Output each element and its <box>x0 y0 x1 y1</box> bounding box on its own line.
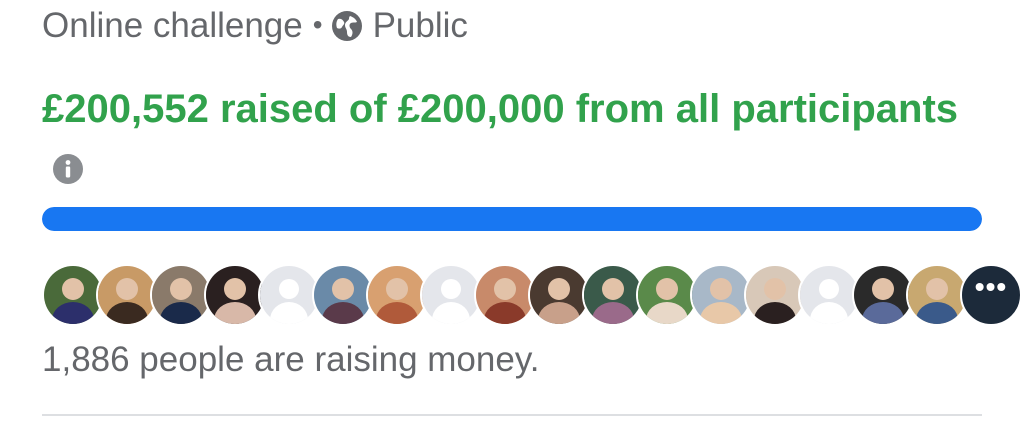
amount-raised-text: £200,552 raised of £200,000 from all par… <box>42 87 959 131</box>
avatar[interactable] <box>150 264 212 326</box>
fundraising-progress-bar <box>42 207 982 231</box>
avatar[interactable] <box>690 264 752 326</box>
more-participants-button[interactable]: ••• <box>960 264 1022 326</box>
participant-count[interactable]: 1,886 people are raising money. <box>42 336 539 384</box>
avatar-placeholder[interactable] <box>798 264 860 326</box>
globe-icon <box>331 10 363 42</box>
avatar[interactable] <box>474 264 536 326</box>
avatar[interactable] <box>366 264 428 326</box>
avatar[interactable] <box>744 264 806 326</box>
avatar[interactable] <box>582 264 644 326</box>
section-divider <box>42 414 982 416</box>
info-icon[interactable] <box>52 145 84 185</box>
meta-separator: • <box>312 9 323 40</box>
challenge-type-label: Online challenge <box>42 6 303 45</box>
avatar[interactable] <box>852 264 914 326</box>
avatar[interactable] <box>204 264 266 326</box>
progress-fill <box>42 207 982 231</box>
participant-avatars[interactable]: ••• <box>42 264 1022 326</box>
privacy-label: Public <box>372 6 468 45</box>
avatar[interactable] <box>312 264 374 326</box>
avatar[interactable] <box>42 264 104 326</box>
challenge-meta: Online challenge • Public <box>42 2 468 50</box>
avatar[interactable] <box>906 264 968 326</box>
amount-raised-heading: £200,552 raised of £200,000 from all par… <box>42 82 982 190</box>
avatar-placeholder[interactable] <box>258 264 320 326</box>
avatar[interactable] <box>636 264 698 326</box>
avatar-placeholder[interactable] <box>420 264 482 326</box>
avatar[interactable] <box>96 264 158 326</box>
more-dots-icon: ••• <box>974 271 1008 302</box>
avatar[interactable] <box>528 264 590 326</box>
